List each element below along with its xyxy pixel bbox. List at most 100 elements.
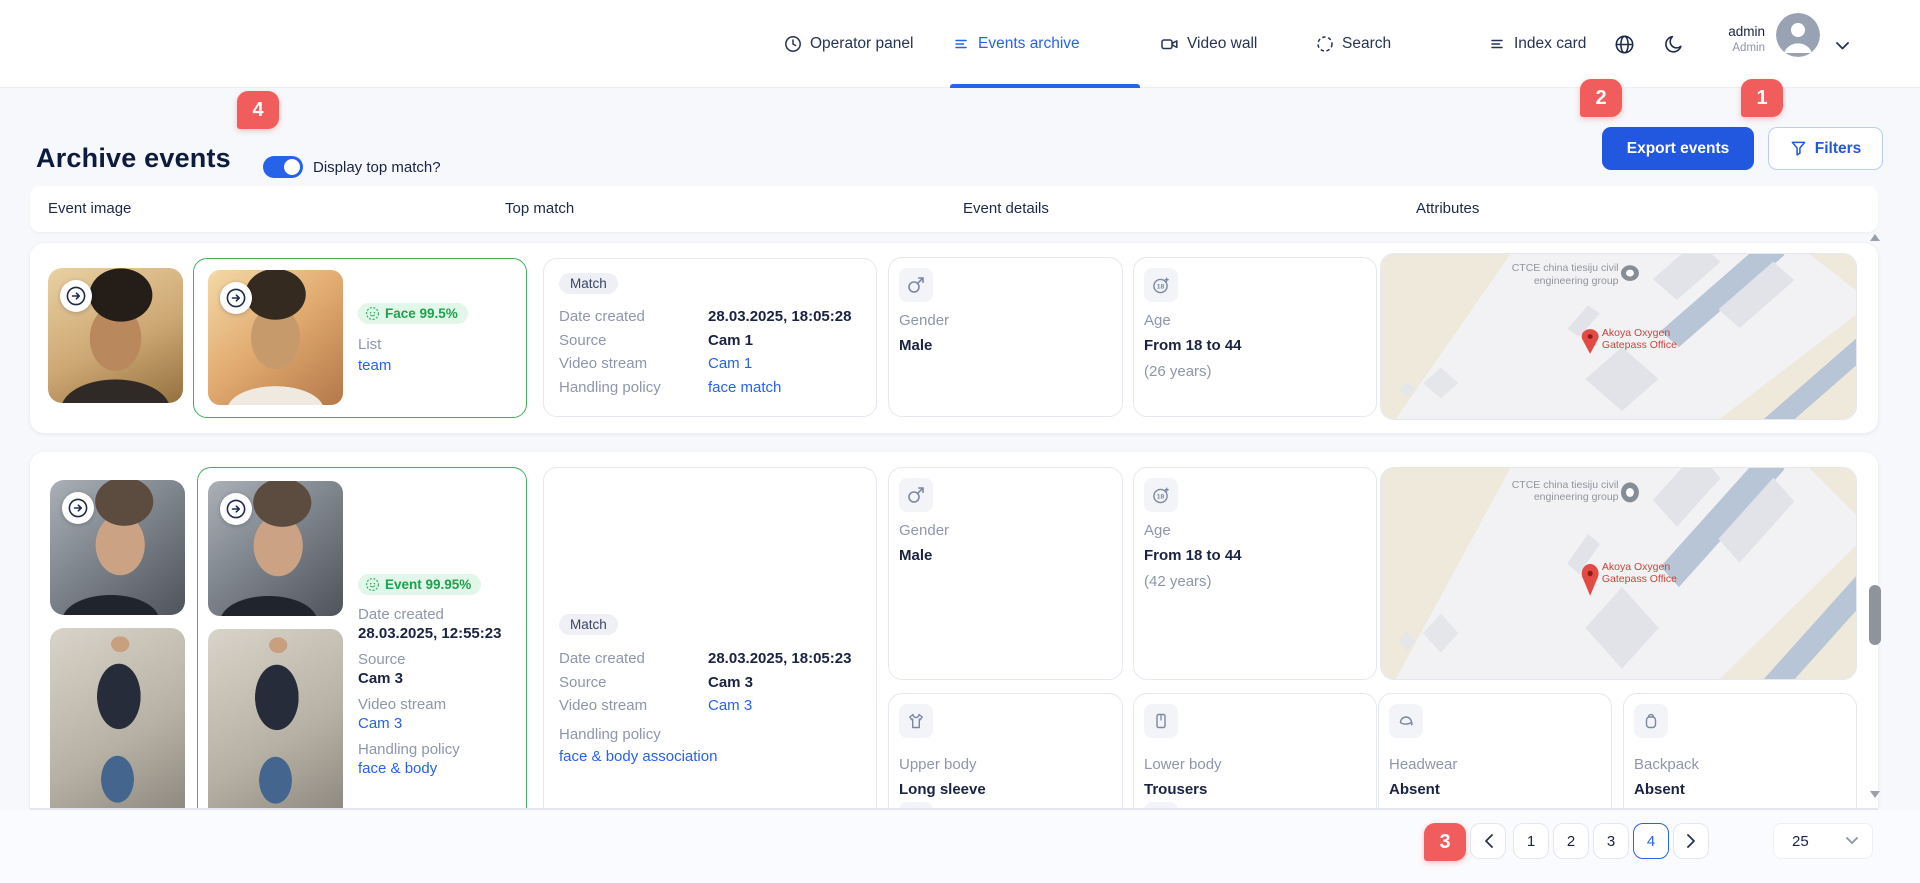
dark-mode-moon-icon[interactable]	[1662, 32, 1686, 56]
open-match-icon[interactable]	[220, 282, 252, 314]
annotation-badge-4: 4	[237, 91, 279, 129]
chevron-left-icon	[1484, 834, 1493, 848]
user-info: admin Admin	[1705, 24, 1765, 55]
top-match-card[interactable]: Face 99.5% List team	[193, 258, 527, 418]
attribute-label: Lower body	[1144, 756, 1222, 773]
age-value: From 18 to 44	[1144, 547, 1242, 564]
pagination-page-4-active[interactable]: 4	[1633, 823, 1669, 859]
scroll-up-arrow[interactable]	[1870, 234, 1880, 241]
attribute-value: Trousers	[1144, 781, 1208, 798]
attribute-label: Headwear	[1389, 756, 1458, 773]
nav-label: Operator panel	[810, 35, 914, 52]
map-place-label-red: Akoya Oxygen Gatepass Office	[1601, 560, 1677, 586]
pagination-page-1[interactable]: 1	[1513, 823, 1549, 859]
scroll-down-arrow[interactable]	[1870, 791, 1880, 798]
field-label: Video stream	[559, 355, 648, 373]
pagination-page-2[interactable]: 2	[1553, 823, 1589, 859]
gender-card: Gender Male	[888, 467, 1123, 680]
pagination-next-button[interactable]	[1673, 823, 1709, 859]
nav-label: Video wall	[1187, 35, 1258, 52]
display-top-match-toggle[interactable]	[263, 156, 303, 178]
video-stream-link[interactable]: Cam 1	[708, 355, 752, 372]
col-top-match: Top match	[505, 200, 575, 217]
nav-search[interactable]: Search	[1316, 0, 1391, 88]
event-face-image[interactable]	[50, 480, 185, 615]
list-icon	[1488, 35, 1506, 53]
scrollbar-thumb[interactable]	[1869, 585, 1881, 645]
field-value: Cam 3	[358, 670, 404, 687]
nav-index-card[interactable]: Index card	[1488, 0, 1586, 88]
match-body-image[interactable]	[208, 629, 343, 808]
annotation-badge-1: 1	[1741, 79, 1783, 117]
video-camera-icon	[1160, 35, 1179, 53]
nav-label: Events archive	[978, 35, 1080, 52]
face-confidence-badge: Face 99.5%	[358, 303, 468, 324]
list-icon	[952, 35, 970, 53]
pagination-prev-button[interactable]	[1470, 823, 1506, 859]
event-row-2: Event 99.95% Date created 28.03.2025, 12…	[30, 452, 1878, 808]
field-value: 28.03.2025, 12:55:23	[358, 625, 502, 642]
age-18-icon: 18	[1144, 478, 1178, 512]
page-size-select[interactable]: 25	[1773, 823, 1873, 859]
map-place-label: CTCE china tiesiju civil engineering grou…	[1511, 262, 1619, 287]
field-label: Date created	[559, 650, 645, 668]
top-match-card[interactable]: Event 99.95% Date created 28.03.2025, 12…	[197, 467, 527, 808]
user-role: Admin	[1732, 41, 1765, 54]
match-pill: Match	[559, 273, 618, 294]
field-label: Source	[358, 651, 406, 668]
annotation-badge-3: 3	[1424, 823, 1466, 861]
field-label: Video stream	[358, 696, 447, 713]
top-navigation: Operator panel Events archive Video wall…	[0, 0, 1920, 88]
video-stream-link[interactable]: Cam 3	[358, 715, 523, 732]
location-map[interactable]: CTCE china tiesiju civil engineering grou…	[1380, 467, 1857, 680]
video-stream-link[interactable]: Cam 3	[708, 697, 752, 714]
avatar[interactable]	[1776, 13, 1820, 57]
list-link[interactable]: team	[358, 357, 391, 374]
upper-body-card: Upper body Long sleeve	[888, 693, 1123, 808]
field-label: Source	[559, 673, 607, 691]
gender-value: Male	[899, 547, 933, 564]
field-label: Video stream	[559, 697, 648, 715]
footer-bar	[0, 810, 1920, 883]
archive-events-page: Operator panel Events archive Video wall…	[0, 0, 1920, 883]
user-name: admin	[1728, 24, 1765, 39]
field-label: Handling policy	[559, 378, 661, 396]
attribute-label: Upper body	[899, 756, 977, 773]
event-row-1: Face 99.5% List team Match Date created 2…	[30, 243, 1878, 433]
chevron-down-icon	[1846, 837, 1858, 844]
filters-button[interactable]: Filters	[1768, 127, 1883, 170]
location-map[interactable]: CTCE china tiesiju civil engineering grou…	[1380, 253, 1857, 420]
language-globe-icon[interactable]	[1612, 32, 1636, 56]
open-match-icon[interactable]	[220, 493, 252, 525]
open-event-icon[interactable]	[60, 280, 92, 312]
field-label: Source	[559, 331, 607, 349]
match-face-image[interactable]	[208, 270, 343, 405]
nav-operator-panel[interactable]: Operator panel	[784, 0, 913, 88]
table-bottom-divider	[30, 808, 1878, 810]
match-pill: Match	[559, 614, 618, 635]
event-body-image[interactable]	[50, 628, 185, 808]
match-fields: Date created 28.03.2025, 18:05:23 Source C…	[559, 647, 864, 765]
handling-policy-link[interactable]: face & body association	[559, 748, 864, 765]
match-face-image[interactable]	[208, 481, 343, 616]
event-face-image[interactable]	[48, 268, 183, 403]
match-fields: Date created 28.03.2025, 18:05:28 Source C…	[559, 305, 864, 399]
col-event-image: Event image	[48, 200, 132, 217]
handling-policy-link[interactable]: face & body	[358, 760, 523, 777]
field-label: Date created	[358, 606, 444, 623]
nav-events-archive[interactable]: Events archive	[952, 0, 1080, 88]
chevron-right-icon	[1686, 834, 1695, 848]
handling-policy-link[interactable]: face match	[708, 379, 781, 396]
gender-value: Male	[899, 337, 933, 354]
export-events-button[interactable]: Export events	[1602, 127, 1754, 170]
nav-label: Index card	[1514, 35, 1587, 52]
open-event-icon[interactable]	[62, 492, 94, 524]
age-note: (42 years)	[1144, 573, 1212, 590]
map-place-label: CTCE china tiesiju civil engineering grou…	[1511, 478, 1619, 504]
age-value: From 18 to 44	[1144, 337, 1242, 354]
nav-video-wall[interactable]: Video wall	[1160, 0, 1257, 88]
col-attributes: Attributes	[1416, 200, 1480, 217]
attribute-value: Absent	[1389, 781, 1440, 798]
user-menu-chevron-down-icon[interactable]	[1830, 34, 1854, 58]
pagination-page-3[interactable]: 3	[1593, 823, 1629, 859]
